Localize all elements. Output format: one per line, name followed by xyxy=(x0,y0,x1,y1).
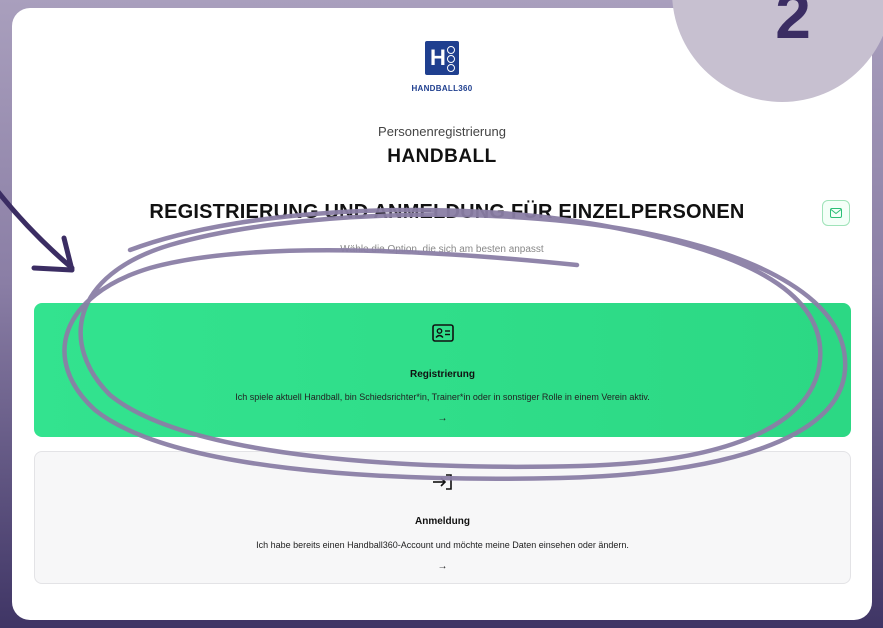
option-registration-title: Registrierung xyxy=(409,369,475,380)
contact-mail-button[interactable] xyxy=(822,200,850,226)
option-login-arrow: → xyxy=(437,561,448,572)
page-title: HANDBALL xyxy=(387,146,497,167)
option-registration-arrow: → xyxy=(437,413,448,424)
mail-icon xyxy=(830,208,842,218)
logo-text: HANDBALL360 xyxy=(411,84,473,93)
selection-hint: Wähle die Option, die sich am besten anp… xyxy=(340,244,544,255)
section-heading: REGISTRIERUNG UND ANMELDUNG FÜR EINZELPE… xyxy=(149,201,745,223)
id-card-icon xyxy=(34,324,851,347)
page-subtitle: Personenregistrierung xyxy=(378,124,506,139)
registration-card: H HANDBALL360 Personenregistrierung HAND… xyxy=(12,8,872,620)
option-registration[interactable]: Registrierung Ich spiele aktuell Handbal… xyxy=(34,303,851,437)
logo-icon: H xyxy=(425,41,459,75)
login-icon xyxy=(35,473,850,496)
brand-logo[interactable]: H HANDBALL360 xyxy=(12,41,872,93)
option-login[interactable]: Anmeldung Ich habe bereits einen Handbal… xyxy=(34,451,851,584)
option-login-title: Anmeldung xyxy=(415,516,470,527)
option-login-description: Ich habe bereits einen Handball360-Accou… xyxy=(256,540,629,550)
option-registration-description: Ich spiele aktuell Handball, bin Schieds… xyxy=(235,392,650,402)
